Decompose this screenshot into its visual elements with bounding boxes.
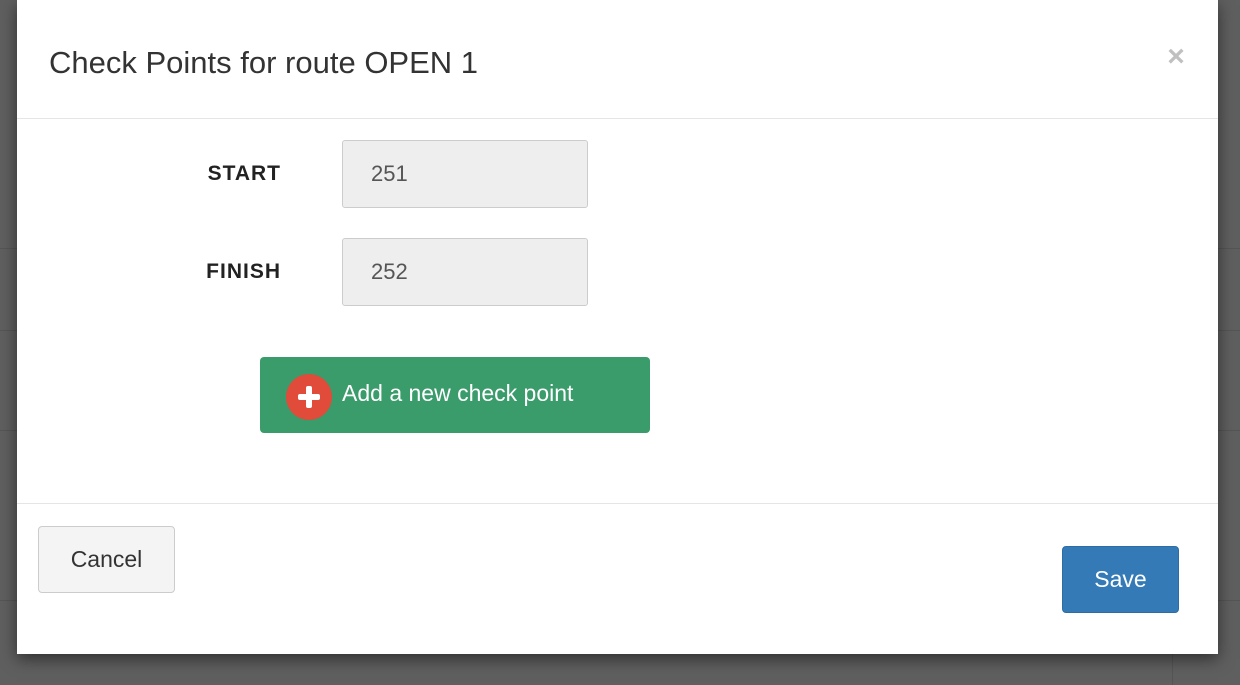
add-checkpoint-button[interactable]: Add a new check point <box>260 357 650 433</box>
start-row: START <box>17 140 617 208</box>
finish-input[interactable] <box>342 238 588 306</box>
cancel-button[interactable]: Cancel <box>38 526 175 593</box>
close-icon[interactable]: × <box>1164 42 1188 72</box>
checkpoints-modal: Check Points for route OPEN 1 × START FI… <box>17 0 1218 654</box>
modal-footer: Cancel Save <box>17 503 1218 654</box>
save-button[interactable]: Save <box>1062 546 1179 613</box>
modal-title: Check Points for route OPEN 1 <box>49 45 479 80</box>
start-label: START <box>207 162 281 185</box>
finish-row: FINISH <box>17 238 617 306</box>
finish-label: FINISH <box>206 260 281 283</box>
add-checkpoint-label: Add a new check point <box>342 380 574 406</box>
start-input[interactable] <box>342 140 588 208</box>
plus-circle-icon <box>286 374 332 420</box>
modal-header: Check Points for route OPEN 1 × <box>17 0 1218 119</box>
modal-body: START FINISH Add a new check point <box>17 119 1218 503</box>
